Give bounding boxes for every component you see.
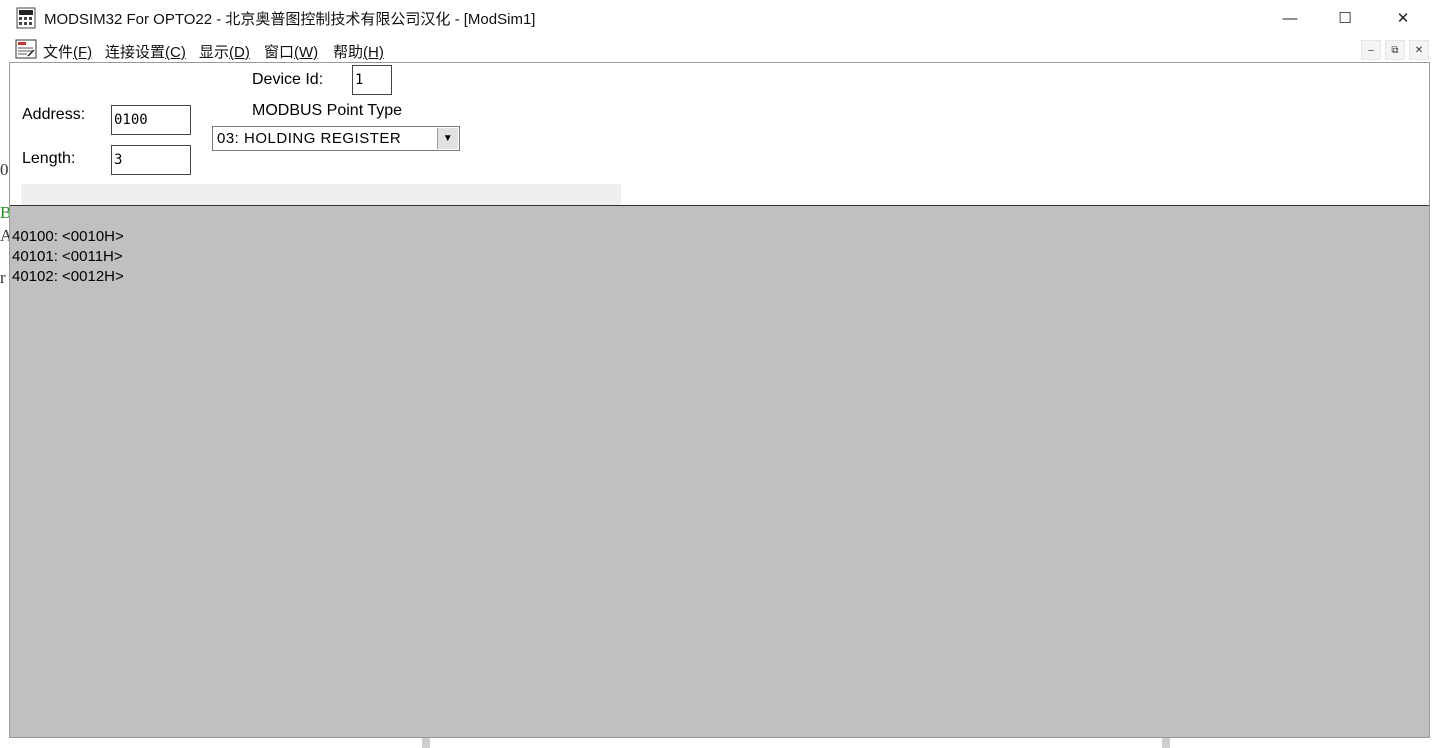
device-id-label: Device Id: [252, 71, 324, 88]
address-input[interactable] [111, 105, 191, 135]
window-title: MODSIM32 For OPTO22 - 北京奥普图控制技术有限公司汉化 - … [44, 11, 536, 28]
menu-display[interactable]: 显示(D) [199, 41, 250, 62]
minimize-button[interactable]: — [1267, 0, 1313, 36]
address-label: Address: [22, 106, 86, 123]
maximize-button[interactable]: ☐ [1322, 0, 1368, 36]
register-display[interactable]: 40100: <0010H> 40101: <0011H> 40102: <00… [10, 205, 1429, 737]
register-row[interactable]: 40101: <0011H> [12, 247, 124, 267]
point-type-label: MODBUS Point Type [252, 102, 402, 119]
child-restore-button[interactable]: ⧉ [1385, 40, 1405, 60]
point-type-value: 03: HOLDING REGISTER [217, 130, 402, 147]
background-window-edge [0, 737, 1440, 748]
background-fragment: 0 [0, 160, 9, 179]
background-window-edge [1429, 0, 1440, 748]
child-close-button[interactable]: ✕ [1409, 40, 1429, 60]
modsim-app-icon [16, 7, 36, 29]
close-icon: ✕ [1414, 44, 1424, 56]
register-row[interactable]: 40100: <0010H> [12, 227, 124, 247]
point-type-select[interactable]: 03: HOLDING REGISTER ▼ [212, 126, 460, 151]
background-fragment: r [0, 268, 6, 287]
maximize-icon: ☐ [1338, 10, 1352, 27]
document-icon[interactable] [15, 39, 37, 59]
minimize-icon: — [1282, 9, 1298, 27]
register-row[interactable]: 40102: <0012H> [12, 267, 124, 287]
minimize-icon: – [1368, 44, 1374, 56]
menu-file[interactable]: 文件(F) [43, 41, 92, 62]
menu-bar: 文件(F) 连接设置(C) 显示(D) 窗口(W) 帮助(H) – ⧉ ✕ [0, 36, 1440, 62]
close-icon: ✕ [1396, 10, 1410, 27]
register-list: 40100: <0010H> 40101: <0011H> 40102: <00… [12, 227, 124, 287]
child-minimize-button[interactable]: – [1361, 40, 1381, 60]
status-strip [21, 184, 621, 205]
menu-window[interactable]: 窗口(W) [264, 41, 318, 62]
device-id-input[interactable] [352, 65, 392, 95]
menu-connection[interactable]: 连接设置(C) [105, 41, 186, 62]
length-label: Length: [22, 150, 76, 167]
length-input[interactable] [111, 145, 191, 175]
title-bar: MODSIM32 For OPTO22 - 北京奥普图控制技术有限公司汉化 - … [0, 0, 1440, 36]
restore-icon: ⧉ [1391, 44, 1399, 56]
menu-help[interactable]: 帮助(H) [333, 41, 384, 62]
modsim-child-window: Device Id: Address: MODBUS Point Type 03… [9, 62, 1430, 738]
dropdown-arrow-icon[interactable]: ▼ [437, 128, 458, 149]
close-button[interactable]: ✕ [1380, 0, 1426, 36]
